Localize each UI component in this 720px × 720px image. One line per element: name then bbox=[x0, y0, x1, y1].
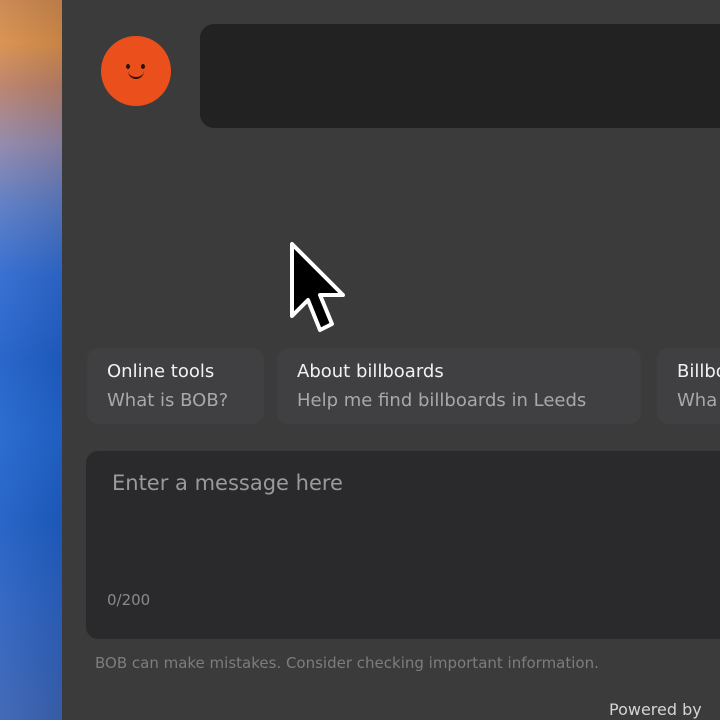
assistant-avatar-icon bbox=[101, 36, 171, 106]
powered-by-link[interactable]: Powered by bbox=[609, 699, 702, 720]
message-composer[interactable]: 0/200 bbox=[86, 451, 720, 639]
screen: Online tools What is BOB? About billboar… bbox=[0, 0, 720, 720]
avatar-mouth bbox=[128, 69, 144, 79]
suggestion-subtitle: What is BOB? bbox=[107, 390, 229, 411]
suggestion-subtitle: Wha bbox=[677, 390, 718, 411]
suggestion-subtitle: Help me find billboards in Leeds bbox=[297, 390, 587, 411]
suggestion-billboards-truncated[interactable]: Billbo Wha bbox=[657, 348, 720, 424]
suggestion-online-tools[interactable]: Online tools What is BOB? bbox=[87, 348, 264, 424]
disclaimer-text: BOB can make mistakes. Consider checking… bbox=[95, 654, 599, 672]
suggestion-about-billboards[interactable]: About billboards Help me find billboards… bbox=[277, 348, 641, 424]
assistant-message-bubble bbox=[200, 24, 720, 128]
character-counter: 0/200 bbox=[107, 591, 151, 609]
mouse-pointer-icon bbox=[290, 242, 345, 332]
suggestion-title: Billbo bbox=[677, 361, 720, 382]
suggestion-title: About billboards bbox=[297, 361, 444, 382]
message-input[interactable] bbox=[112, 467, 712, 499]
suggestion-title: Online tools bbox=[107, 361, 215, 382]
desktop-wallpaper-strip bbox=[0, 0, 62, 720]
